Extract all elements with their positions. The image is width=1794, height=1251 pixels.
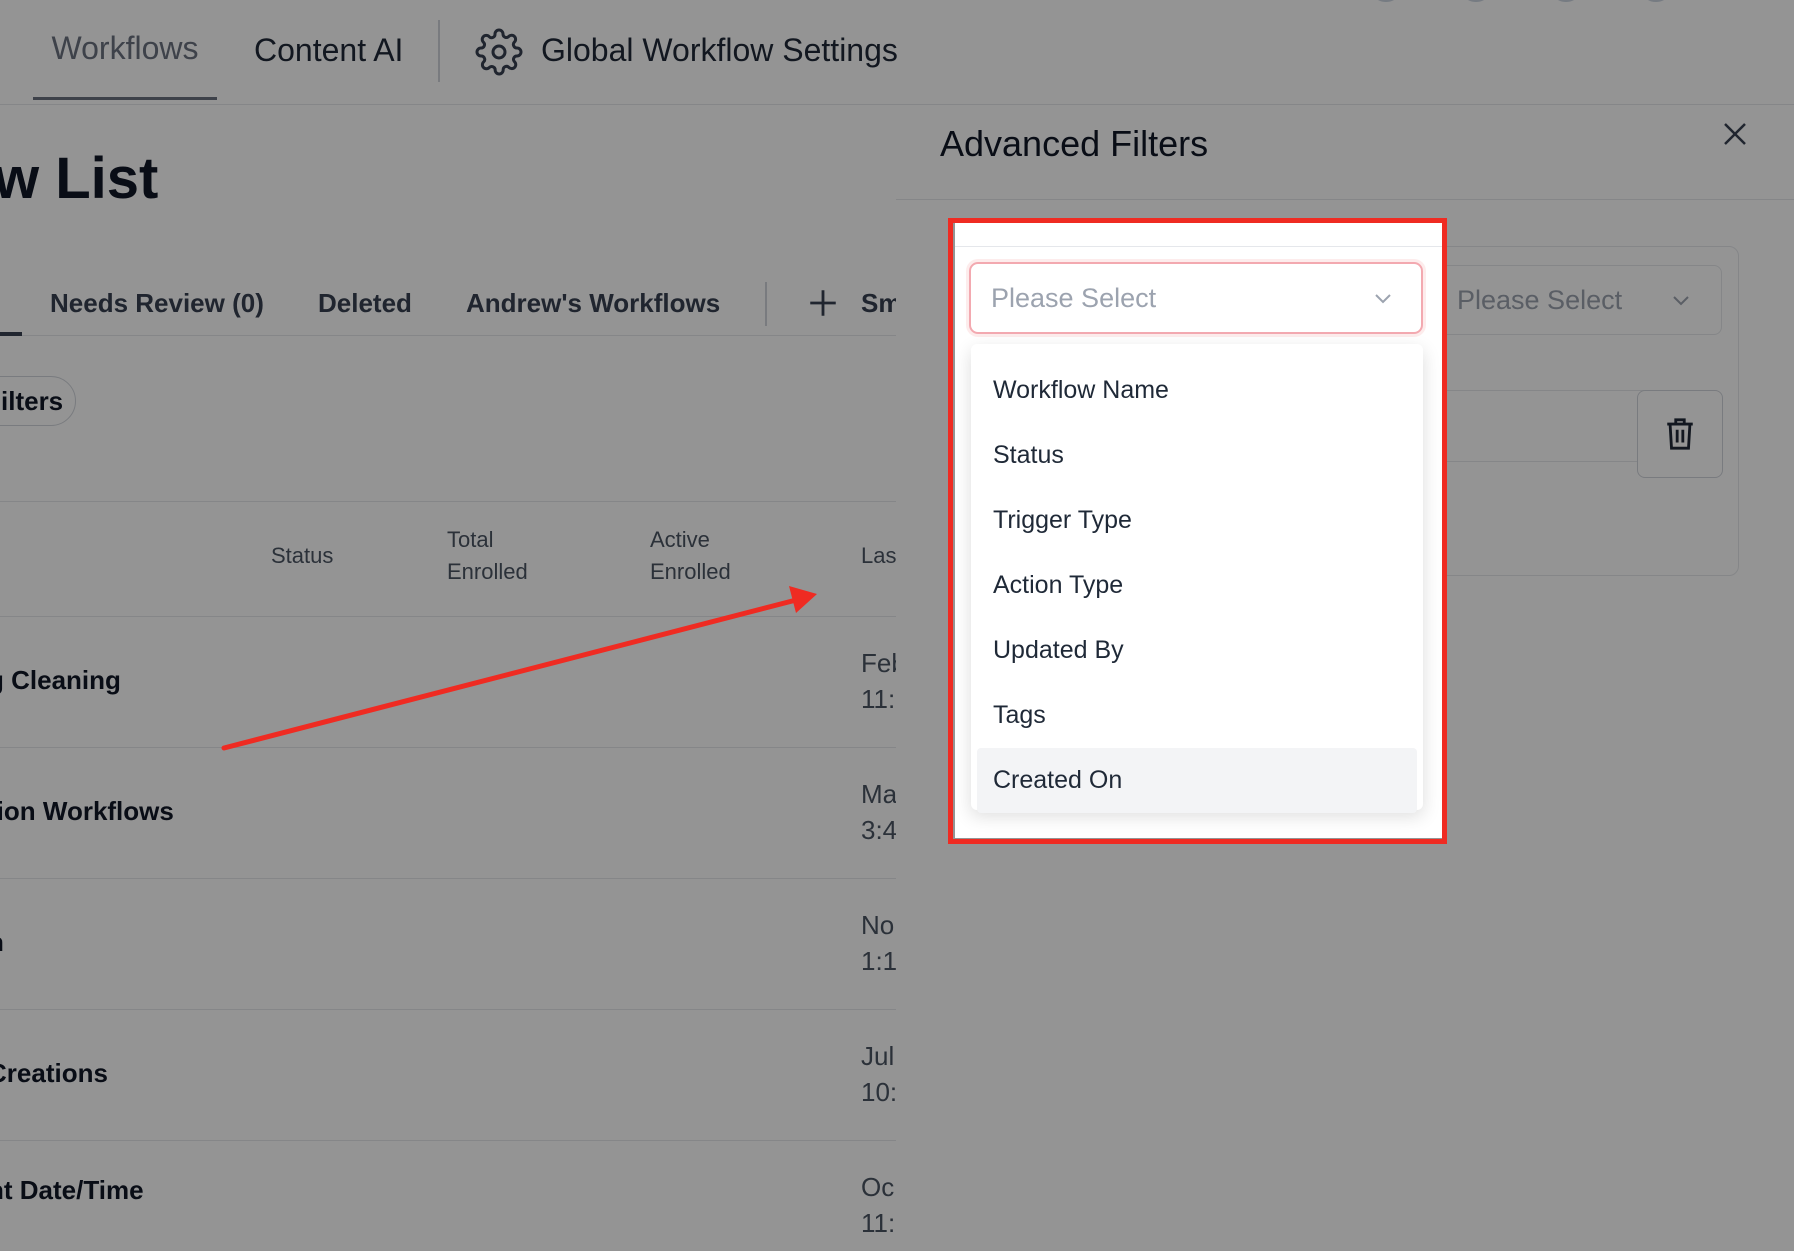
updated-date: Oc 11: xyxy=(861,1172,896,1238)
table-row[interactable]: g Cleaning Feb11: xyxy=(0,617,896,748)
option-action-type[interactable]: Action Type xyxy=(977,553,1417,618)
chevron-down-icon xyxy=(1375,294,1391,304)
workflow-name[interactable]: nt Date/Time xyxy=(0,1175,144,1206)
filters-button[interactable]: ilters xyxy=(0,376,76,426)
table-row[interactable]: nt Date/Time Oc 11: xyxy=(0,1141,896,1251)
subtab-divider xyxy=(765,282,767,326)
option-workflow-name[interactable]: Workflow Name xyxy=(977,358,1417,423)
subtab-needs-review[interactable]: Needs Review (0) xyxy=(50,288,264,319)
option-status[interactable]: Status xyxy=(977,423,1417,488)
table-row[interactable]: n No1:1 xyxy=(0,879,896,1010)
page-title: w List xyxy=(0,146,159,211)
field-select[interactable]: Please Select xyxy=(969,262,1423,334)
drawer-header: Advanced Filters xyxy=(896,105,1794,200)
column-last-updated[interactable]: Las xyxy=(861,540,896,572)
updated-date: Ma 3:4 xyxy=(861,779,896,845)
decorative-dot xyxy=(1646,0,1666,2)
tab-content-ai[interactable]: Content AI xyxy=(254,0,403,100)
trash-icon xyxy=(1667,418,1693,450)
subtab-deleted[interactable]: Deleted xyxy=(318,288,412,319)
updated-date: Feb11: xyxy=(861,648,896,714)
subtab-andrews-workflows[interactable]: Andrew's Workflows xyxy=(466,288,720,319)
delete-filter-button[interactable] xyxy=(1637,390,1723,478)
table-header: Status Total Enrolled Active Enrolled La… xyxy=(0,501,896,617)
active-subtab-indicator xyxy=(0,332,22,336)
column-total-enrolled[interactable]: Total Enrolled xyxy=(447,524,528,588)
field-select-placeholder: Please Select xyxy=(991,282,1157,313)
top-navigation: Workflows Content AI Global Workflow Set… xyxy=(0,0,1794,105)
option-tags[interactable]: Tags xyxy=(977,683,1417,748)
field-options-menu: Workflow Name Status Trigger Type Action… xyxy=(971,344,1423,813)
column-active-enrolled[interactable]: Active Enrolled xyxy=(650,524,731,588)
nav-divider xyxy=(438,20,440,82)
plus-icon[interactable] xyxy=(806,286,840,320)
workflow-list-page: w List Needs Review (0) Deleted Andrew's… xyxy=(0,105,896,1251)
global-workflow-settings-link[interactable]: Global Workflow Settings xyxy=(541,0,898,100)
decorative-dot xyxy=(1466,0,1486,2)
tab-workflows[interactable]: Workflows xyxy=(33,0,217,100)
chevron-down-icon xyxy=(1673,296,1689,306)
workflow-name[interactable]: g Cleaning xyxy=(0,665,121,696)
option-created-on[interactable]: Created On xyxy=(977,748,1417,813)
gear-icon[interactable] xyxy=(475,28,523,76)
workflow-name[interactable]: tion Workflows xyxy=(0,796,174,827)
option-updated-by[interactable]: Updated By xyxy=(977,618,1417,683)
close-icon[interactable] xyxy=(1720,119,1750,149)
field-select-region: Please Select Workflow Name Status Trigg… xyxy=(955,222,1443,838)
card-top-border xyxy=(955,246,1443,247)
table-row[interactable]: Creations Jul10: xyxy=(0,1010,896,1141)
option-trigger-type[interactable]: Trigger Type xyxy=(977,488,1417,553)
operator-select-placeholder: Please Select xyxy=(1457,284,1623,315)
decorative-dot xyxy=(1556,0,1576,2)
table-row[interactable]: tion Workflows Ma 3:4 xyxy=(0,748,896,879)
workflow-name[interactable]: Creations xyxy=(0,1058,108,1089)
operator-select[interactable]: Please Select xyxy=(1436,265,1722,335)
subtab-smart-list[interactable]: Sm xyxy=(861,288,896,319)
updated-date: Jul 10: xyxy=(861,1041,896,1107)
drawer-title: Advanced Filters xyxy=(940,123,1209,164)
column-status[interactable]: Status xyxy=(271,540,333,572)
workflow-subtabs: Needs Review (0) Deleted Andrew's Workfl… xyxy=(0,270,896,336)
decorative-dot xyxy=(1376,0,1396,2)
updated-date: No 1:1 xyxy=(861,910,896,976)
workflow-name[interactable]: n xyxy=(0,927,4,958)
